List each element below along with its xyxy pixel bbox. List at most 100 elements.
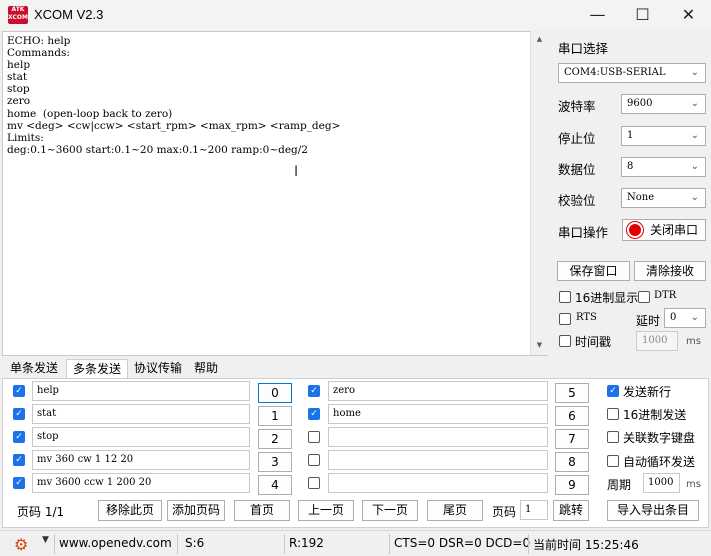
close-window-button[interactable]: ✕ [666, 0, 711, 30]
parity-label: 校验位 [558, 193, 596, 208]
stopbits-value: 1 [627, 130, 634, 141]
send-newline-checkbox[interactable]: ✓ [607, 385, 619, 397]
gear-icon[interactable]: ⚙ [14, 535, 28, 554]
send-row-checkbox[interactable]: ✓ [308, 385, 320, 397]
send-tabs: 单条发送 多条发送 协议传输 帮助 [2, 359, 711, 379]
terminal-line: stop [7, 83, 30, 96]
send-row-button[interactable]: 2 [258, 429, 292, 449]
send-row-input[interactable]: help [32, 381, 250, 401]
terminal-line: stat [7, 71, 28, 84]
send-row-button[interactable]: 0 [258, 383, 292, 403]
send-row-checkbox[interactable]: ✓ [13, 385, 25, 397]
send-row-input[interactable]: zero [328, 381, 548, 401]
minimize-button[interactable]: — [575, 0, 620, 30]
hex-display-checkbox[interactable] [559, 291, 571, 303]
hex-display-label: 16进制显示 [575, 291, 639, 305]
send-row-input[interactable]: mv 3600 ccw 1 200 20 [32, 473, 250, 493]
stopbits-select[interactable]: 1 ⌄ [621, 126, 706, 146]
tab-help[interactable]: 帮助 [188, 359, 224, 379]
send-row-input[interactable] [328, 473, 548, 493]
terminal-scrollbar[interactable]: ▲ ▼ [530, 31, 548, 355]
port-select[interactable]: COM4:USB-SERIAL ⌄ [558, 63, 706, 83]
send-row-checkbox[interactable] [308, 454, 320, 466]
send-row-input[interactable] [328, 427, 548, 447]
receive-terminal[interactable]: ECHO: help Commands: help stat stop zero home … [2, 31, 548, 356]
scroll-up-icon[interactable]: ▲ [531, 31, 548, 47]
hex-send-checkbox[interactable] [607, 408, 619, 420]
send-row-input[interactable] [328, 450, 548, 470]
delay-value: 0 [670, 312, 677, 323]
send-row-button[interactable]: 1 [258, 406, 292, 426]
databits-select[interactable]: 8 ⌄ [621, 157, 706, 177]
send-row-button[interactable]: 8 [555, 452, 589, 472]
save-window-button[interactable]: 保存窗口 [557, 261, 630, 281]
next-page-button[interactable]: 下一页 [362, 500, 418, 521]
send-row-checkbox[interactable]: ✓ [13, 477, 25, 489]
website-link[interactable]: www.openedv.com [59, 536, 172, 550]
chevron-down-icon: ⌄ [690, 98, 699, 109]
send-row-input[interactable]: mv 360 cw 1 12 20 [32, 450, 250, 470]
port-op-label: 串口操作 [558, 225, 609, 240]
parity-select[interactable]: None ⌄ [621, 188, 706, 208]
tab-protocol[interactable]: 协议传输 [130, 359, 186, 379]
send-row-button[interactable]: 7 [555, 429, 589, 449]
rts-checkbox[interactable] [559, 313, 571, 325]
link-keyboard-checkbox[interactable] [607, 431, 619, 443]
hex-send-label: 16进制发送 [623, 408, 687, 422]
parity-value: None [627, 192, 655, 203]
terminal-line: home (open-loop back to zero) [7, 107, 173, 120]
maximize-button[interactable]: ☐ [620, 0, 665, 30]
prev-page-button[interactable]: 上一页 [298, 500, 354, 521]
send-row-checkbox[interactable]: ✓ [13, 454, 25, 466]
send-row-checkbox[interactable] [308, 431, 320, 443]
first-page-button[interactable]: 首页 [234, 500, 290, 521]
send-row-checkbox[interactable]: ✓ [308, 408, 320, 420]
link-keyboard-label: 关联数字键盘 [623, 431, 696, 445]
title-bar: ATK XCOM XCOM V2.3 — ☐ ✕ [0, 0, 711, 30]
clear-receive-button[interactable]: 清除接收 [634, 261, 706, 281]
rts-label: RTS [576, 312, 597, 323]
chevron-down-icon: ⌄ [690, 161, 699, 172]
terminal-line: zero [7, 95, 31, 108]
send-row-checkbox[interactable]: ✓ [13, 408, 25, 420]
stopbits-label: 停止位 [558, 131, 596, 146]
auto-loop-label: 自动循环发送 [623, 455, 696, 469]
databits-label: 数据位 [558, 162, 596, 177]
add-page-button[interactable]: 添加页码 [167, 500, 225, 521]
send-row-input[interactable]: stat [32, 404, 250, 424]
baud-value: 9600 [627, 98, 653, 109]
send-row-checkbox[interactable] [308, 477, 320, 489]
page-number-input[interactable]: 1 [520, 500, 548, 520]
send-row-button[interactable]: 3 [258, 452, 292, 472]
send-row-button[interactable]: 6 [555, 406, 589, 426]
baud-select[interactable]: 9600 ⌄ [621, 94, 706, 114]
close-port-button[interactable]: 关闭串口 [622, 219, 706, 241]
databits-value: 8 [627, 161, 634, 172]
remove-page-button[interactable]: 移除此页 [98, 500, 162, 521]
send-row-input[interactable]: stop [32, 427, 250, 447]
send-row-button[interactable]: 5 [555, 383, 589, 403]
record-icon [629, 224, 641, 236]
send-row-button[interactable]: 4 [258, 475, 292, 495]
send-row-checkbox[interactable]: ✓ [13, 431, 25, 443]
last-page-button[interactable]: 尾页 [427, 500, 483, 521]
auto-loop-checkbox[interactable] [607, 455, 619, 467]
send-row-button[interactable]: 9 [555, 475, 589, 495]
period-input[interactable]: 1000 [643, 473, 680, 493]
dtr-label: DTR [654, 290, 677, 301]
timestamp-checkbox[interactable] [559, 335, 571, 347]
send-row-input[interactable]: home [328, 404, 548, 424]
scroll-down-icon[interactable]: ▼ [531, 337, 548, 353]
tab-single-send[interactable]: 单条发送 [4, 359, 64, 379]
delay-select[interactable]: 0 ⌄ [664, 308, 706, 328]
terminal-line: mv <deg> <cw|ccw> <start_rpm> <max_rpm> … [7, 119, 341, 132]
delay-label: 延时 [636, 314, 661, 328]
jump-button[interactable]: 跳转 [553, 500, 589, 521]
import-export-button[interactable]: 导入导出条目 [607, 500, 699, 521]
tab-multi-send[interactable]: 多条发送 [66, 359, 128, 379]
chevron-down-icon: ⌄ [690, 312, 699, 323]
chevron-down-icon[interactable]: ▼ [42, 535, 49, 545]
recv-count: R:192 [289, 536, 324, 550]
dtr-checkbox[interactable] [638, 291, 650, 303]
port-value: COM4:USB-SERIAL [564, 67, 666, 78]
